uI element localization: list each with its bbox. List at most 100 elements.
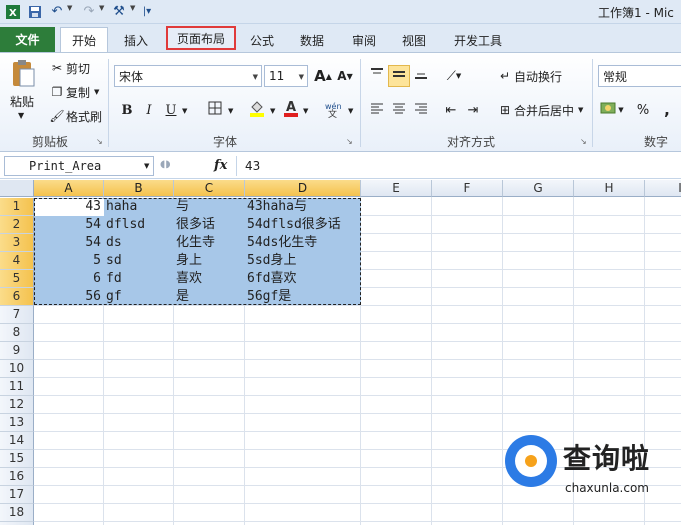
cell-b6[interactable]: gf — [104, 288, 174, 306]
tab-home[interactable]: 开始 — [60, 27, 108, 52]
row-header-18[interactable]: 18 — [0, 504, 34, 522]
cell-c2[interactable]: 很多话 — [174, 216, 245, 234]
orientation-dropdown-icon[interactable]: ▼ — [456, 72, 461, 80]
row-header-14[interactable]: 14 — [0, 432, 34, 450]
cut-button[interactable]: ✂ 剪切 — [48, 59, 90, 77]
customize-dropdown-icon[interactable]: ▼ — [130, 4, 135, 12]
column-header-h[interactable]: H — [574, 180, 645, 197]
shrink-font-button[interactable]: A ▼ — [334, 65, 356, 87]
align-bottom-button[interactable] — [410, 65, 432, 87]
column-header-b[interactable]: B — [104, 180, 174, 197]
row-header-4[interactable]: 4 — [0, 252, 34, 270]
paste-button[interactable] — [8, 59, 38, 92]
cell-d6[interactable]: 56gf是 — [245, 288, 361, 306]
column-header-g[interactable]: G — [503, 180, 574, 197]
row-header-7[interactable]: 7 — [0, 306, 34, 324]
tab-insert[interactable]: 插入 — [114, 28, 158, 52]
cell-a5[interactable]: 6 — [34, 270, 104, 288]
redo-icon[interactable]: ↷ — [80, 3, 98, 20]
row-header-6[interactable]: 6 — [0, 288, 34, 306]
fill-color-dropdown-icon[interactable]: ▼ — [270, 107, 275, 115]
font-size-dropdown-icon[interactable]: ▼ — [299, 73, 304, 81]
row-header-9[interactable]: 9 — [0, 342, 34, 360]
undo-dropdown-icon[interactable]: ▼ — [67, 4, 72, 12]
formula-input[interactable]: 43 — [236, 156, 676, 176]
align-middle-button[interactable] — [388, 65, 410, 87]
cell-a1[interactable]: 43 — [34, 198, 104, 216]
cell-b5[interactable]: fd — [104, 270, 174, 288]
column-header-f[interactable]: F — [432, 180, 503, 197]
column-header-i[interactable]: I — [645, 180, 681, 197]
cell-c3[interactable]: 化生寺 — [174, 234, 245, 252]
row-header-16[interactable]: 16 — [0, 468, 34, 486]
orientation-button[interactable]: ⟋ ▼ — [440, 65, 468, 87]
clipboard-launcher-icon[interactable]: ↘ — [96, 137, 103, 146]
row-header-11[interactable]: 11 — [0, 378, 34, 396]
currency-button[interactable]: ▼ — [598, 99, 626, 121]
tab-view[interactable]: 视图 — [392, 28, 436, 52]
alignment-launcher-icon[interactable]: ↘ — [580, 137, 587, 146]
cell-d3[interactable]: 54ds化生寺 — [245, 234, 361, 252]
row-header-15[interactable]: 15 — [0, 450, 34, 468]
merge-center-button[interactable]: ⊞ 合并后居中 ▼ — [496, 101, 583, 119]
row-header-2[interactable]: 2 — [0, 216, 34, 234]
font-name-dropdown-icon[interactable]: ▼ — [253, 73, 258, 81]
underline-button[interactable]: U — [160, 99, 182, 121]
insert-function-icon[interactable]: fx — [214, 158, 227, 173]
tab-formulas[interactable]: 公式 — [240, 28, 284, 52]
fill-color-button[interactable] — [246, 99, 268, 121]
copy-button[interactable]: ❐ 复制 ▼ — [48, 83, 100, 101]
phonetic-button[interactable]: wén 文 — [322, 99, 350, 121]
cell-d2[interactable]: 54dflsd很多话 — [245, 216, 361, 234]
customize-icon[interactable]: ⚒ — [110, 3, 128, 20]
align-left-button[interactable] — [366, 99, 388, 121]
row-header-13[interactable]: 13 — [0, 414, 34, 432]
cell-d4[interactable]: 5sd身上 — [245, 252, 361, 270]
align-top-button[interactable] — [366, 65, 388, 87]
name-box[interactable]: Print_Area — [4, 156, 154, 176]
tab-developer[interactable]: 开发工具 — [446, 28, 510, 52]
cell-c4[interactable]: 身上 — [174, 252, 245, 270]
merge-dropdown-icon[interactable]: ▼ — [578, 106, 583, 114]
undo-icon[interactable]: ↶ — [48, 3, 66, 20]
phonetic-dropdown-icon[interactable]: ▼ — [348, 107, 353, 115]
row-header-5[interactable]: 5 — [0, 270, 34, 288]
cell-c6[interactable]: 是 — [174, 288, 245, 306]
underline-dropdown-icon[interactable]: ▼ — [182, 107, 187, 115]
italic-button[interactable]: I — [138, 99, 160, 121]
column-header-e[interactable]: E — [361, 180, 432, 197]
row-header-8[interactable]: 8 — [0, 324, 34, 342]
comma-button[interactable]: , — [656, 99, 678, 121]
align-center-button[interactable] — [388, 99, 410, 121]
font-size-combo[interactable]: 11 ▼ — [264, 65, 308, 87]
row-header-17[interactable]: 17 — [0, 486, 34, 504]
row-header-1[interactable]: 1 — [0, 198, 34, 216]
copy-dropdown-icon[interactable]: ▼ — [94, 88, 99, 96]
font-color-button[interactable]: A — [280, 99, 302, 121]
cell-c1[interactable]: 与 — [174, 198, 245, 216]
name-box-dropdown-icon[interactable]: ▼ — [144, 162, 149, 170]
decrease-indent-button[interactable]: ⇤ — [440, 99, 462, 121]
cell-b3[interactable]: ds — [104, 234, 174, 252]
select-all-corner[interactable] — [0, 180, 34, 197]
cell-b4[interactable]: sd — [104, 252, 174, 270]
cell-b2[interactable]: dflsd — [104, 216, 174, 234]
tab-file[interactable]: 文件 — [0, 27, 55, 52]
column-header-c[interactable]: C — [174, 180, 245, 197]
column-header-d[interactable]: D — [245, 180, 361, 197]
cell-a4[interactable]: 5 — [34, 252, 104, 270]
cell-a6[interactable]: 56 — [34, 288, 104, 306]
row-header-3[interactable]: 3 — [0, 234, 34, 252]
toolbar-options-icon[interactable]: |▾ — [138, 3, 156, 20]
grow-font-button[interactable]: A ▲ — [312, 65, 334, 87]
wrap-text-button[interactable]: ↵ 自动换行 — [496, 67, 562, 85]
formula-bar-splitter-icon[interactable]: ◖◗ — [160, 159, 171, 170]
cell-a2[interactable]: 54 — [34, 216, 104, 234]
font-launcher-icon[interactable]: ↘ — [346, 137, 353, 146]
format-painter-button[interactable]: 🖌 格式刷 — [48, 107, 102, 125]
number-format-combo[interactable]: 常规 — [598, 65, 681, 87]
cell-b1[interactable]: haha — [104, 198, 174, 216]
borders-dropdown-icon[interactable]: ▼ — [228, 107, 233, 115]
align-right-button[interactable] — [410, 99, 432, 121]
font-name-combo[interactable]: 宋体 ▼ — [114, 65, 262, 87]
